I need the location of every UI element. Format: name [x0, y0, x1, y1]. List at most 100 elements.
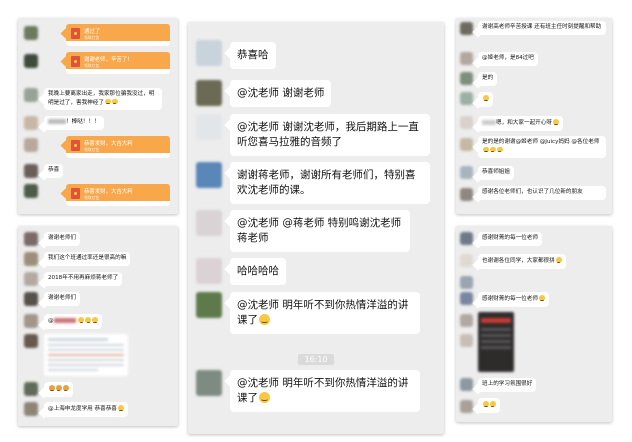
- red-packet-message[interactable]: 谢谢老师，辛苦了！ 领取红包: [66, 52, 170, 74]
- chat-bubble: 谢谢高老师辛苦授课 还有班主任时刻提醒和帮助: [478, 21, 606, 35]
- avatar[interactable]: [196, 370, 222, 396]
- chat-bubble: 嗯，和大家一起开心呀: [478, 116, 563, 131]
- shared-image[interactable]: [44, 334, 128, 376]
- avatar[interactable]: [460, 22, 473, 35]
- chat-screenshot-1: 通过了 领取红包 谢谢老师，辛苦了！ 领取红包 我晚上要离家出走，我家那位骗我没…: [18, 18, 178, 214]
- avatar[interactable]: [24, 26, 38, 40]
- chat-bubble: 感谢财菁的每一位老师: [478, 232, 542, 246]
- chat-bubble: 感谢财菁的每一位老师: [478, 292, 549, 307]
- avatar[interactable]: [24, 292, 38, 306]
- smile-emoji-icon: [552, 119, 559, 125]
- chat-bubble: 谢谢老师们: [44, 232, 80, 246]
- avatar[interactable]: [24, 184, 38, 198]
- chat-bubble: 谢谢老师们: [44, 292, 80, 306]
- avatar[interactable]: [460, 52, 473, 65]
- chat-bubble: [478, 398, 500, 413]
- avatar[interactable]: [460, 188, 473, 201]
- red-packet-icon: [71, 56, 80, 67]
- chat-bubble: 班上的学习氛围很好: [478, 378, 537, 392]
- avatar[interactable]: [460, 254, 473, 267]
- avatar[interactable]: [460, 116, 473, 129]
- chat-bubble: 恭喜哈: [230, 42, 276, 70]
- red-packet-icon: [71, 188, 80, 199]
- chat-bubble: @: [44, 314, 102, 329]
- red-packet-icon: [71, 28, 80, 39]
- rose-emoji-icon: [62, 385, 69, 391]
- avatar[interactable]: [24, 54, 38, 68]
- fist-emoji-icon: [555, 257, 562, 263]
- chat-bubble: 是的是的谢谢@姬老师 @Juicy妈妈 @各位老师: [478, 136, 606, 159]
- chat-bubble: [44, 382, 73, 397]
- shared-image[interactable]: [478, 312, 514, 372]
- avatar[interactable]: [196, 114, 222, 140]
- chat-bubble: @姬老师，是84过吧: [478, 52, 538, 66]
- avatar[interactable]: [24, 164, 38, 178]
- chat-bubble: 恭喜: [44, 164, 64, 178]
- chat-bubble: 也谢谢各位同学，大家都很拼: [478, 254, 566, 269]
- chat-bubble: @沈老师 @蒋老师 特别鸣谢沈老师蒋老师: [230, 210, 410, 253]
- avatar[interactable]: [460, 334, 473, 347]
- avatar[interactable]: [24, 314, 38, 328]
- avatar[interactable]: [460, 378, 473, 391]
- clap-emoji-icon: [489, 146, 496, 153]
- avatar[interactable]: [196, 40, 222, 66]
- chat-bubble: @上海申龙度学用 恭喜恭喜: [44, 402, 128, 417]
- grin-emoji-icon: [259, 313, 271, 325]
- avatar[interactable]: [196, 210, 222, 236]
- chat-screenshot-5: 感谢财菁的每一位老师 也谢谢各位同学，大家都很拼 感谢财菁的每一位老师 班上的学…: [456, 226, 612, 422]
- chat-bubble: 我晚上要离家出走，我家那位骗我没过，明明是过了，害我神经了: [44, 88, 162, 111]
- avatar[interactable]: [460, 92, 473, 105]
- avatar[interactable]: [460, 232, 473, 245]
- chat-screenshot-3: 恭喜哈 @沈老师 谢谢老师 @沈老师 谢谢沈老师，我后期路上一直听您喜马拉雅的音…: [188, 22, 444, 434]
- avatar[interactable]: [460, 400, 473, 413]
- red-packet-message[interactable]: 通过了 领取红包: [66, 24, 170, 46]
- red-packet-icon: [71, 140, 80, 151]
- timestamp: 16:10: [188, 347, 444, 366]
- chat-bubble: @沈老师 谢谢沈老师，我后期路上一直听您喜马拉雅的音频了: [230, 114, 430, 157]
- chat-bubble: @沈老师 明年听不到你热情洋溢的讲课了: [230, 292, 420, 335]
- red-packet-message[interactable]: 恭喜发财，大吉大利 领取红包: [66, 184, 170, 206]
- chat-bubble: 我们这个班通过率还是很高的嘛: [44, 252, 131, 266]
- chat-bubble: 是的: [478, 72, 498, 86]
- grin-emoji-icon: [259, 391, 271, 403]
- avatar[interactable]: [196, 292, 222, 318]
- avatar[interactable]: [196, 80, 222, 106]
- chat-screenshot-2: 谢谢老师们 我们这个班通过率还是很高的嘛 2018年不用再麻烦蒋老师了 谢谢老师…: [18, 226, 178, 426]
- smile-emoji-icon: [78, 317, 85, 323]
- rose-emoji-icon: [49, 385, 55, 391]
- chat-bubble: 恭喜师姐姐: [478, 166, 514, 180]
- avatar[interactable]: [460, 276, 473, 289]
- smile-emoji-icon: [111, 98, 118, 105]
- avatar[interactable]: [460, 138, 473, 151]
- chat-bubble: 哈哈哈哈: [230, 258, 286, 286]
- avatar[interactable]: [460, 292, 473, 305]
- avatar[interactable]: [24, 88, 38, 102]
- avatar[interactable]: [24, 334, 38, 348]
- rose-emoji-icon: [55, 385, 62, 391]
- smile-emoji-icon: [104, 98, 111, 105]
- avatar[interactable]: [24, 252, 38, 266]
- chat-bubble: 感谢各位老师们，也认识了几位新的朋友: [478, 186, 606, 200]
- avatar[interactable]: [196, 258, 222, 284]
- smile-emoji-icon: [92, 317, 98, 323]
- smile-emoji-icon: [85, 317, 92, 323]
- red-packet-message[interactable]: 恭喜发财，大吉大利 领取红包: [66, 136, 170, 158]
- avatar[interactable]: [460, 72, 473, 85]
- chat-bubble: @沈老师 明年听不到你热情洋溢的讲课了: [230, 370, 420, 413]
- avatar[interactable]: [24, 138, 38, 152]
- avatar[interactable]: [24, 116, 38, 130]
- avatar[interactable]: [460, 314, 473, 327]
- clap-emoji-icon: [483, 95, 489, 101]
- avatar[interactable]: [24, 232, 38, 246]
- avatar[interactable]: [24, 382, 38, 396]
- avatar[interactable]: [24, 272, 38, 286]
- avatar[interactable]: [24, 402, 38, 416]
- clap-emoji-icon: [489, 401, 496, 407]
- chat-screenshot-4: 谢谢高老师辛苦授课 还有班主任时刻提醒和帮助 @姬老师，是84过吧 是的 嗯，和…: [456, 18, 612, 214]
- avatar[interactable]: [460, 166, 473, 179]
- chat-bubble: @沈老师 谢谢老师: [230, 80, 332, 108]
- avatar[interactable]: [196, 162, 222, 188]
- party-emoji-icon: [117, 405, 124, 411]
- chat-bubble: 谢谢蒋老师，谢谢所有老师们，特别喜欢沈老师的课。: [230, 162, 430, 205]
- chat-bubble: ！棒哒！！！: [44, 116, 104, 130]
